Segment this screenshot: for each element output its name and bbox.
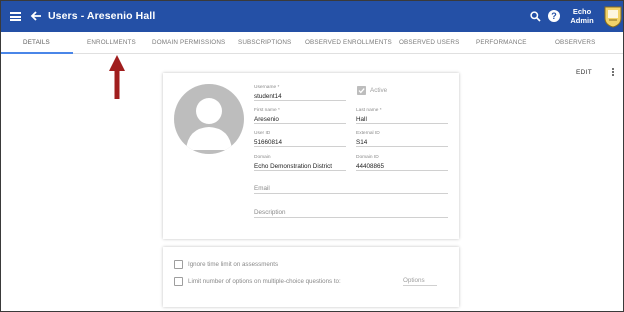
checkbox-unchecked-icon [174,260,183,269]
first-name-label: First name * [254,108,280,113]
email-field[interactable]: Email [254,184,448,194]
checkbox-checked-icon [357,86,366,95]
avatar[interactable] [174,84,244,154]
app-bar: Users - Aresenio Hall ? Echo Admin [1,1,623,32]
active-label: Active [370,87,388,94]
user-menu[interactable]: Echo Admin [568,7,596,25]
search-icon[interactable] [530,11,541,22]
avatar-placeholder-icon [186,98,232,150]
tab-observers[interactable]: OBSERVERS [555,32,595,54]
more-vert-icon[interactable] [612,68,615,78]
user-id-value: 51660814 [254,138,346,147]
tab-observed-enrollments[interactable]: OBSERVED ENROLLMENTS [305,32,392,54]
help-icon[interactable]: ? [548,10,560,22]
edit-button[interactable]: EDIT [576,69,592,76]
menu-icon[interactable] [10,12,21,21]
domain-value[interactable]: Echo Demonstration District [254,162,346,171]
external-id-field[interactable]: External ID S14 [356,131,448,147]
tab-subscriptions[interactable]: SUBSCRIPTIONS [238,32,291,54]
domain-label: Domain [254,155,271,160]
tab-observed-users[interactable]: OBSERVED USERS [399,32,459,54]
back-arrow-icon[interactable] [29,9,43,23]
assessment-settings-card: Ignore time limit on assessments Limit n… [163,247,459,307]
ignore-time-limit-label: Ignore time limit on assessments [188,261,279,268]
checkbox-unchecked-icon [174,277,183,286]
last-name-field[interactable]: Last name * Hall [356,108,448,124]
domain-field[interactable]: Domain Echo Demonstration District [254,155,346,171]
description-field[interactable]: Description [254,208,448,218]
last-name-value[interactable]: Hall [356,115,448,124]
tab-details[interactable]: DETAILS [23,32,50,54]
external-id-value[interactable]: S14 [356,138,448,147]
options-input[interactable]: Options [403,275,437,286]
tab-performance[interactable]: PERFORMANCE [476,32,527,54]
domain-id-field: Domain ID 44408865 [356,155,448,171]
user-name-line2: Admin [570,16,594,25]
limit-options-label: Limit number of options on multiple-choi… [188,278,341,285]
user-details-card: Username * student14 Active First name *… [163,73,459,239]
tab-domain-permissions[interactable]: DOMAIN PERMISSIONS [152,32,225,54]
tab-enrollments[interactable]: ENROLLMENTS [87,32,136,54]
tab-bar: DETAILS ENROLLMENTS DOMAIN PERMISSIONS S… [1,32,623,54]
domain-id-label: Domain ID [356,155,379,160]
annotation-arrow [109,55,125,99]
first-name-field[interactable]: First name * Aresenio [254,108,346,124]
user-name-line1: Echo [572,7,592,16]
username-field[interactable]: Username * student14 [254,85,346,101]
username-label: Username * [254,85,280,90]
email-placeholder[interactable]: Email [254,184,448,194]
last-name-label: Last name * [356,108,382,113]
app-logo-icon [604,6,622,28]
external-id-label: External ID [356,131,380,136]
domain-id-value: 44408865 [356,162,448,171]
first-name-value[interactable]: Aresenio [254,115,346,124]
username-value[interactable]: student14 [254,92,346,101]
page-title: Users - Aresenio Hall [48,10,156,22]
user-id-label: User ID [254,131,271,136]
user-id-field: User ID 51660814 [254,131,346,147]
description-placeholder[interactable]: Description [254,208,448,218]
active-tab-indicator [1,52,73,54]
app-window: Users - Aresenio Hall ? Echo Admin DETAI… [1,1,623,311]
